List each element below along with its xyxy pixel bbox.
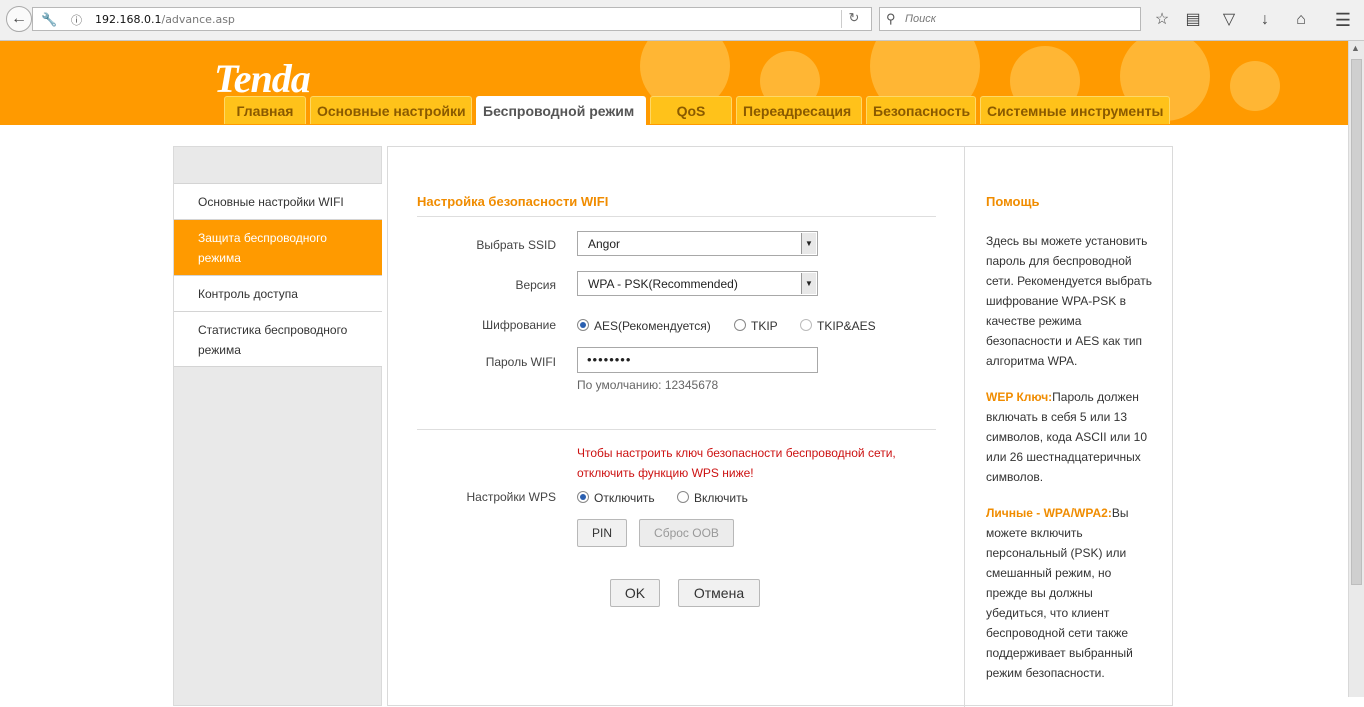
scroll-thumb[interactable]: [1351, 59, 1362, 585]
bookmark-star-icon[interactable]: ☆: [1151, 9, 1173, 31]
sidebar: Основные настройки WIFI Защита беспровод…: [173, 146, 382, 706]
sidebar-item-wireless-stats[interactable]: Статистика беспроводного режима: [174, 311, 382, 367]
help-wpa-key: Личные - WPA/WPA2:: [986, 506, 1112, 520]
tab-basic-settings[interactable]: Основные настройки: [310, 96, 472, 124]
tab-security[interactable]: Безопасность: [866, 96, 976, 124]
reading-list-icon[interactable]: ▤: [1182, 9, 1204, 31]
radio-unchecked[interactable]: [734, 319, 746, 331]
sidebar-item-wireless-security[interactable]: Защита беспроводного режима: [174, 219, 382, 275]
reload-icon[interactable]: ↻: [841, 10, 866, 28]
help-title: Помощь: [986, 194, 1040, 209]
cipher-option-aes[interactable]: AES(Рекомендуется): [577, 319, 711, 333]
menu-icon[interactable]: ☰: [1332, 9, 1354, 31]
help-paragraph-wep: WEP Ключ:Пароль должен включать в себя 5…: [986, 387, 1156, 487]
reset-oob-button[interactable]: Сброс OOB: [639, 519, 734, 547]
chevron-down-icon[interactable]: ▼: [801, 233, 816, 254]
tab-forwarding[interactable]: Переадресация: [736, 96, 862, 124]
password-value: ••••••••: [587, 352, 632, 367]
wps-label: Настройки WPS: [466, 490, 556, 504]
wrench-icon[interactable]: 🔧: [41, 12, 57, 28]
download-icon[interactable]: ↓: [1254, 9, 1276, 31]
browser-toolbar: ← 🔧 ⓘ 192.168.0.1/advance.asp ↻ ⚲ Поиск …: [0, 0, 1364, 41]
info-icon[interactable]: ⓘ: [71, 12, 82, 28]
help-paragraph-intro: Здесь вы можете установить пароль для бе…: [986, 234, 1152, 368]
decor-bubble: [1230, 61, 1280, 111]
version-label: Версия: [515, 278, 556, 292]
ssid-label: Выбрать SSID: [476, 238, 556, 252]
radio-unchecked[interactable]: [677, 491, 689, 503]
cipher-option-tkip[interactable]: TKIP: [734, 319, 778, 333]
tab-home[interactable]: Главная: [224, 96, 306, 124]
home-icon[interactable]: ⌂: [1290, 9, 1312, 31]
cipher-label: Шифрование: [482, 318, 556, 332]
search-icon: ⚲: [886, 11, 896, 26]
tab-qos[interactable]: QoS: [650, 96, 732, 124]
wps-warning: Чтобы настроить ключ безопасности беспро…: [577, 443, 896, 483]
tab-system-tools[interactable]: Системные инструменты: [980, 96, 1170, 124]
main-panel: Настройка безопасности WIFI Выбрать SSID…: [387, 146, 1173, 707]
pin-button[interactable]: PIN: [577, 519, 627, 547]
help-wep-text: Пароль должен включать в себя 5 или 13 с…: [986, 390, 1148, 484]
cancel-button[interactable]: Отмена: [678, 579, 760, 607]
help-separator: [964, 147, 965, 707]
help-wep-key: WEP Ключ:: [986, 390, 1053, 404]
default-password-hint: По умолчанию: 12345678: [577, 378, 719, 392]
wps-warning-line1: Чтобы настроить ключ безопасности беспро…: [577, 446, 896, 460]
tenda-logo: Tenda: [214, 56, 311, 101]
ok-button[interactable]: OK: [610, 579, 660, 607]
version-select[interactable]: WPA - PSK(Recommended) ▼: [577, 271, 818, 296]
search-bar[interactable]: ⚲ Поиск: [879, 7, 1141, 31]
section-title: Настройка безопасности WIFI: [417, 194, 609, 209]
ssid-select[interactable]: Angor ▼: [577, 231, 818, 256]
scroll-up-icon[interactable]: ▲: [1351, 43, 1360, 53]
main-nav: Главная Основные настройки Беспроводной …: [224, 96, 1174, 125]
address-bar[interactable]: 🔧 ⓘ 192.168.0.1/advance.asp ↻: [32, 7, 872, 31]
sidebar-item-wifi-basic[interactable]: Основные настройки WIFI: [174, 183, 382, 219]
wps-option-enable[interactable]: Включить: [677, 491, 748, 505]
radio-unchecked[interactable]: [800, 319, 812, 331]
help-paragraph-wpa: Личные - WPA/WPA2:Вы можете включить пер…: [986, 503, 1156, 683]
version-value: WPA - PSK(Recommended): [588, 277, 738, 291]
page-scrollbar[interactable]: ▲: [1348, 41, 1364, 697]
radio-checked[interactable]: [577, 319, 589, 331]
search-placeholder: Поиск: [905, 13, 936, 25]
sidebar-item-access-control[interactable]: Контроль доступа: [174, 275, 382, 311]
pocket-icon[interactable]: ▽: [1218, 9, 1240, 31]
chevron-down-icon[interactable]: ▼: [801, 273, 816, 294]
wps-option-disable[interactable]: Отключить: [577, 491, 655, 505]
help-wpa-text: Вы можете включить персональный (PSK) ил…: [986, 506, 1133, 680]
password-input[interactable]: ••••••••: [577, 347, 818, 373]
radio-checked[interactable]: [577, 491, 589, 503]
divider: [417, 216, 936, 217]
password-label: Пароль WIFI: [485, 355, 556, 369]
back-arrow-icon[interactable]: ←: [6, 6, 32, 32]
divider: [417, 429, 936, 430]
wps-warning-line2: отключить функцию WPS ниже!: [577, 466, 754, 480]
cipher-option-tkip-aes[interactable]: TKIP&AES: [800, 319, 876, 333]
ssid-value: Angor: [588, 237, 621, 251]
router-header: Tenda Главная Основные настройки Беспров…: [0, 41, 1348, 125]
tab-wireless[interactable]: Беспроводной режим: [476, 96, 646, 125]
url-text: 192.168.0.1/advance.asp: [95, 13, 235, 26]
